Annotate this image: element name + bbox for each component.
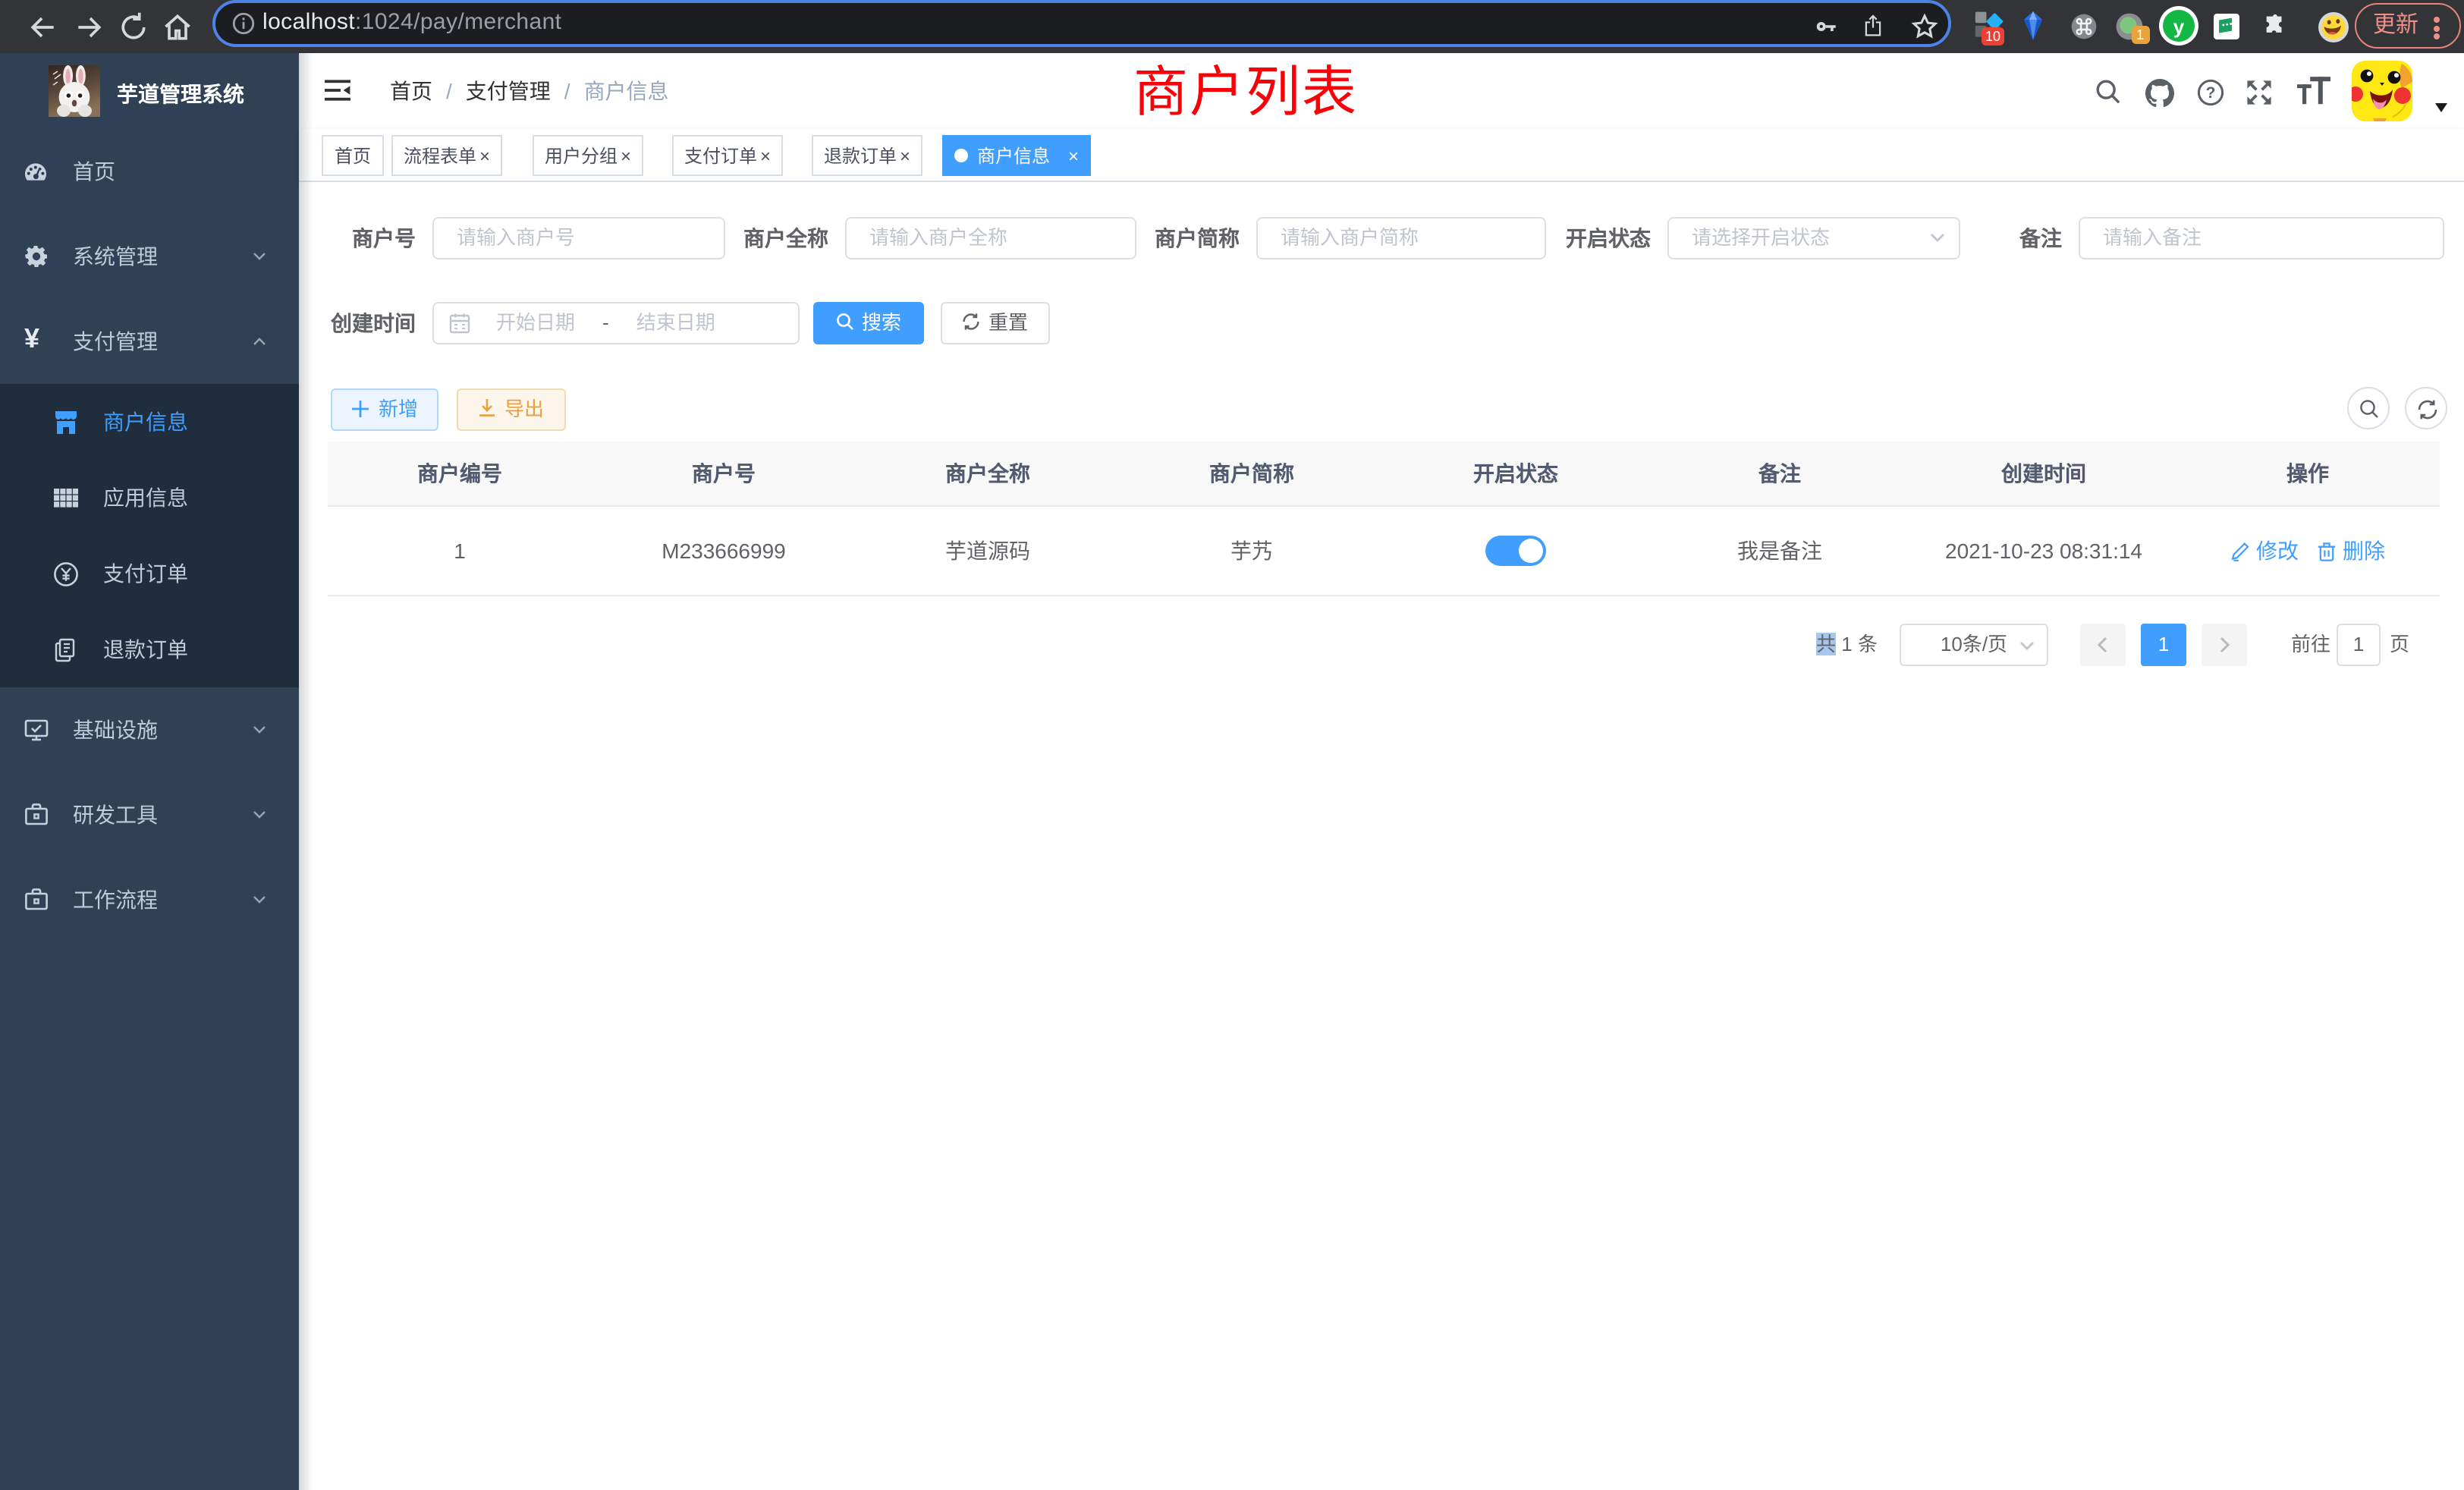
svg-text:?: ? [2206,84,2216,102]
svg-text:y: y [2173,15,2185,38]
